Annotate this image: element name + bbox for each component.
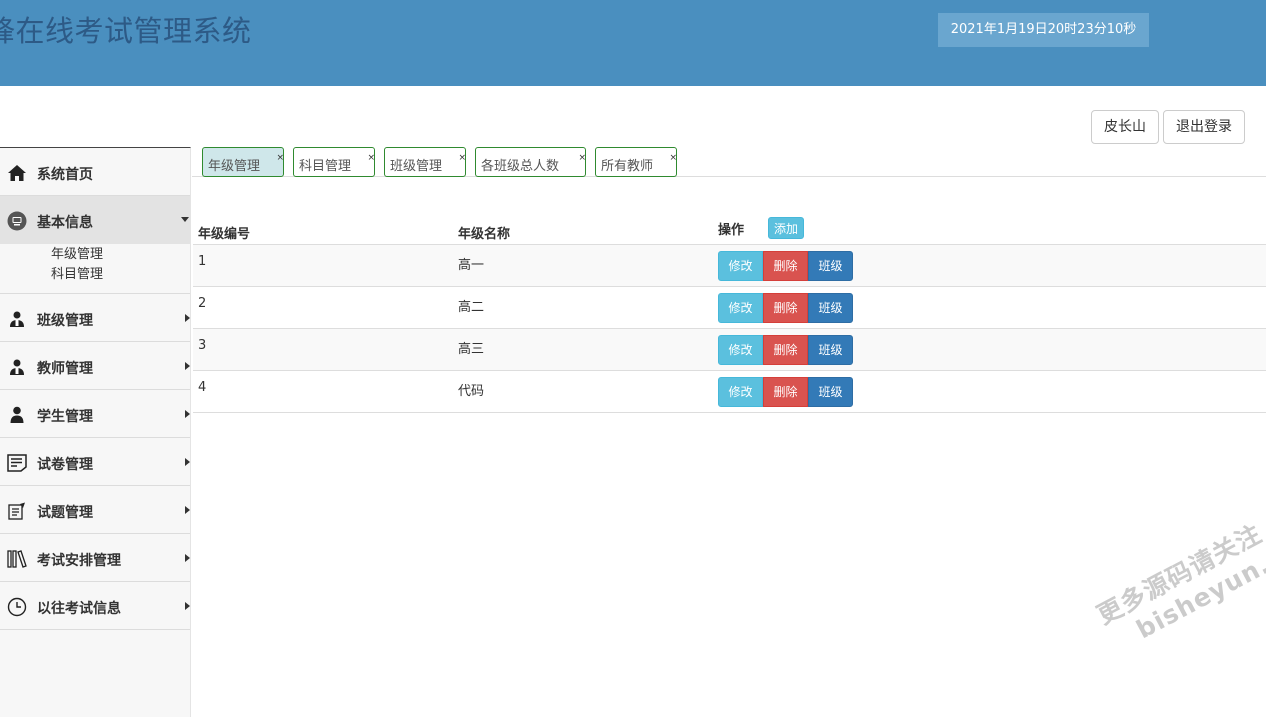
- grade-name: 代码: [458, 384, 485, 399]
- sidebar-item-class[interactable]: 班级管理: [0, 294, 190, 342]
- table-row: 2 高二 修改 删除 班级: [193, 287, 1266, 329]
- table-row: 3 高三 修改 删除 班级: [193, 329, 1266, 371]
- sidebar-item-label: 试卷管理: [37, 457, 93, 473]
- watermark-line1: 更多源码请关注: [1092, 518, 1266, 631]
- column-header-actions: 操作: [718, 223, 745, 238]
- edit-button[interactable]: 修改: [718, 377, 763, 407]
- home-icon: [7, 163, 27, 183]
- monitor-icon: [7, 211, 27, 231]
- logout-button[interactable]: 退出登录: [1163, 110, 1245, 144]
- sidebar-item-label: 系统首页: [37, 167, 93, 183]
- tab-subject[interactable]: 科目管理 ×: [293, 147, 375, 177]
- sidebar: 系统首页 基本信息 年级管理 科目管理 班级管理 教师管理 学生管理 试卷管理 …: [0, 147, 191, 717]
- chevron-right-icon: [185, 602, 190, 610]
- watermark: 更多源码请关注 bisheyun.org: [1090, 494, 1266, 657]
- tab-label: 科目管理: [299, 159, 352, 174]
- submenu-item-subject[interactable]: 科目管理: [0, 265, 190, 285]
- close-icon[interactable]: ×: [458, 153, 466, 163]
- sidebar-item-home[interactable]: 系统首页: [0, 148, 190, 196]
- column-header-id: 年级编号: [198, 227, 251, 242]
- sidebar-item-label: 试题管理: [37, 505, 93, 521]
- user-group-icon: [7, 309, 27, 329]
- user-group-icon: [7, 357, 27, 377]
- submenu-item-grade[interactable]: 年级管理: [0, 244, 190, 265]
- row-actions: 修改 删除 班级: [718, 335, 853, 365]
- row-actions: 修改 删除 班级: [718, 293, 853, 323]
- grade-name: 高三: [458, 342, 485, 357]
- sidebar-item-basic-info[interactable]: 基本信息: [0, 196, 190, 244]
- tab-class[interactable]: 班级管理 ×: [384, 147, 466, 177]
- grade-table: 年级编号 年级名称 操作 添加 1 高一 修改 删除 班级 2 高二 修改 删除…: [193, 210, 1266, 413]
- edit-button[interactable]: 修改: [718, 293, 763, 323]
- notepad-icon: [7, 501, 27, 521]
- document-icon: [7, 453, 27, 473]
- sidebar-item-label: 以往考试信息: [37, 601, 121, 617]
- sidebar-item-teacher[interactable]: 教师管理: [0, 342, 190, 390]
- sidebar-item-past-exams[interactable]: 以往考试信息: [0, 582, 190, 630]
- table-header: 年级编号 年级名称 操作 添加: [193, 210, 1266, 245]
- class-button[interactable]: 班级: [808, 251, 853, 281]
- chevron-right-icon: [185, 554, 190, 562]
- row-actions: 修改 删除 班级: [718, 251, 853, 281]
- tab-label: 各班级总人数: [481, 159, 560, 174]
- app-title: 锋在线考试管理系统: [0, 14, 252, 48]
- tab-grade[interactable]: 年级管理 ×: [202, 147, 284, 177]
- watermark-line2: bisheyun.org: [1131, 526, 1266, 645]
- user-button[interactable]: 皮长山: [1091, 110, 1159, 144]
- clock-icon: [7, 597, 27, 617]
- chevron-right-icon: [185, 506, 190, 514]
- chevron-down-icon: [181, 217, 189, 222]
- class-button[interactable]: 班级: [808, 293, 853, 323]
- delete-button[interactable]: 删除: [763, 293, 808, 323]
- chevron-right-icon: [185, 314, 190, 322]
- user-icon: [7, 405, 27, 425]
- row-actions: 修改 删除 班级: [718, 377, 853, 407]
- table-row: 1 高一 修改 删除 班级: [193, 245, 1266, 287]
- close-icon[interactable]: ×: [578, 153, 586, 163]
- books-icon: [7, 549, 27, 569]
- class-button[interactable]: 班级: [808, 335, 853, 365]
- sidebar-item-label: 考试安排管理: [37, 553, 121, 569]
- top-header: 锋在线考试管理系统 2021年1月19日20时23分10秒: [0, 0, 1266, 86]
- grade-id: 4: [198, 380, 207, 395]
- sidebar-item-label: 班级管理: [37, 313, 93, 329]
- edit-button[interactable]: 修改: [718, 335, 763, 365]
- close-icon[interactable]: ×: [367, 153, 375, 163]
- sidebar-item-label: 基本信息: [37, 215, 93, 231]
- sidebar-item-paper[interactable]: 试卷管理: [0, 438, 190, 486]
- sidebar-item-label: 学生管理: [37, 409, 93, 425]
- close-icon[interactable]: ×: [669, 153, 677, 163]
- tab-label: 年级管理: [208, 159, 261, 174]
- grade-name: 高二: [458, 300, 485, 315]
- grade-name: 高一: [458, 258, 485, 273]
- tab-all-teachers[interactable]: 所有教师 ×: [595, 147, 677, 177]
- delete-button[interactable]: 删除: [763, 251, 808, 281]
- class-button[interactable]: 班级: [808, 377, 853, 407]
- grade-id: 1: [198, 254, 207, 269]
- grade-id: 3: [198, 338, 207, 353]
- current-time: 2021年1月19日20时23分10秒: [938, 13, 1149, 47]
- tab-label: 所有教师: [601, 159, 654, 174]
- table-row: 4 代码 修改 删除 班级: [193, 371, 1266, 413]
- delete-button[interactable]: 删除: [763, 377, 808, 407]
- sidebar-item-student[interactable]: 学生管理: [0, 390, 190, 438]
- sidebar-item-exam-schedule[interactable]: 考试安排管理: [0, 534, 190, 582]
- delete-button[interactable]: 删除: [763, 335, 808, 365]
- tab-class-totals[interactable]: 各班级总人数 ×: [475, 147, 586, 177]
- add-button[interactable]: 添加: [768, 217, 804, 239]
- sidebar-item-question[interactable]: 试题管理: [0, 486, 190, 534]
- sidebar-item-label: 教师管理: [37, 361, 93, 377]
- column-header-name: 年级名称: [458, 227, 511, 242]
- chevron-right-icon: [185, 458, 190, 466]
- tab-label: 班级管理: [390, 159, 443, 174]
- chevron-right-icon: [185, 362, 190, 370]
- close-icon[interactable]: ×: [276, 153, 284, 163]
- edit-button[interactable]: 修改: [718, 251, 763, 281]
- grade-id: 2: [198, 296, 207, 311]
- chevron-right-icon: [185, 410, 190, 418]
- basic-info-submenu: 年级管理 科目管理: [0, 244, 190, 294]
